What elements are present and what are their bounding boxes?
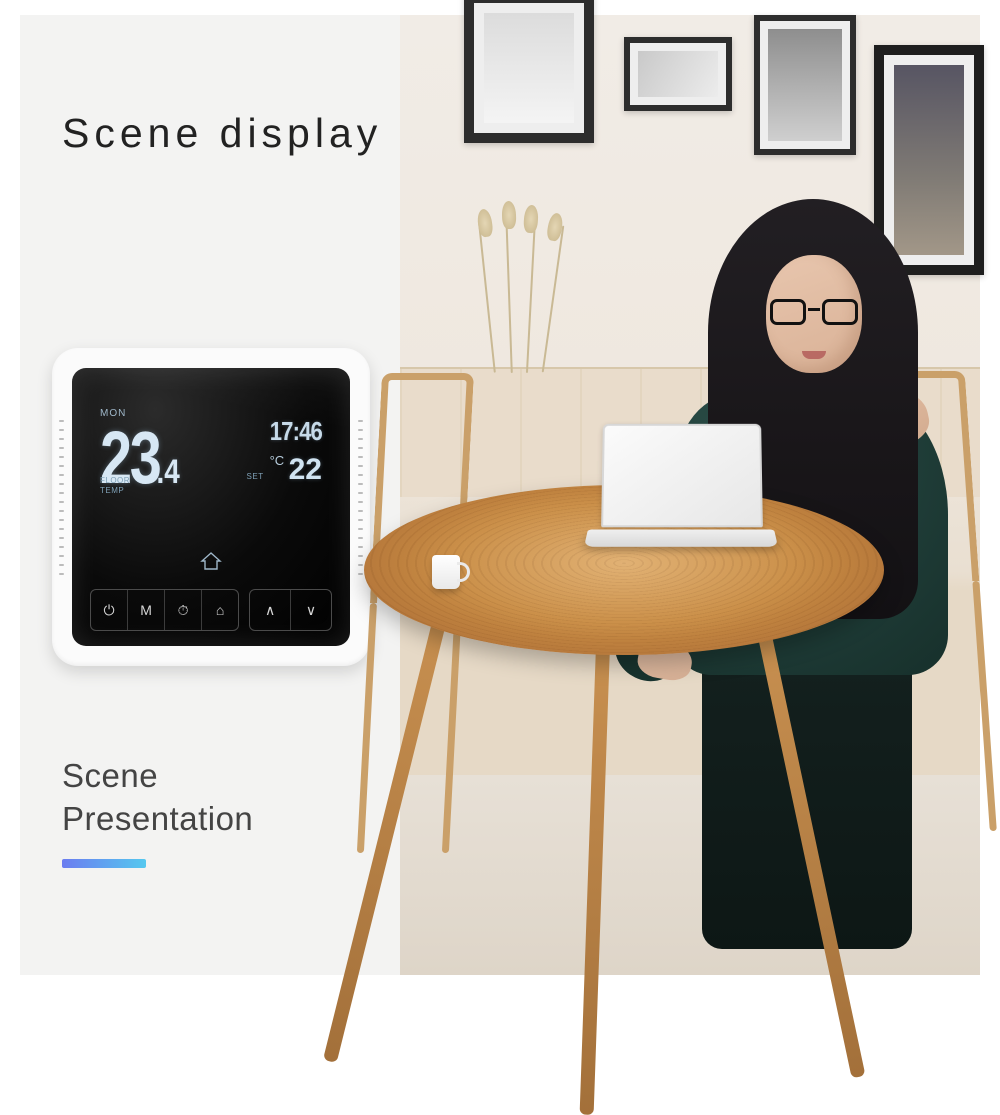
set-label: SET	[247, 472, 264, 481]
mug	[432, 555, 460, 589]
mode-button[interactable]: M	[127, 590, 164, 630]
wall-frame	[464, 0, 594, 143]
thermostat-buttons: ⏻ M ⏱ ⌂ ∧ ∨	[90, 589, 332, 631]
subtitle: Scene Presentation	[62, 755, 253, 841]
unit-label: °C	[270, 453, 285, 468]
subtitle-line-2: Presentation	[62, 798, 253, 841]
set-temp: SET °C 22	[226, 453, 322, 487]
thermostat-screen[interactable]: MON 23 .4 FLOOR TEMP 17:46 SET	[72, 368, 350, 646]
home-button[interactable]: ⌂	[201, 590, 238, 630]
temp-down-button[interactable]: ∨	[290, 590, 331, 630]
clock: 17:46	[240, 416, 322, 447]
vent-left	[59, 420, 64, 575]
power-button[interactable]: ⏻	[91, 590, 127, 630]
vent-right	[358, 420, 363, 575]
temp-decimal: .4	[157, 455, 180, 489]
floor-temp-label: FLOOR TEMP	[100, 476, 130, 495]
set-temp-value: 22	[289, 453, 322, 486]
page-title: Scene display	[62, 110, 382, 157]
timer-button[interactable]: ⏱	[164, 590, 201, 630]
home-icon	[200, 551, 222, 576]
info-panel: MON 23 .4 FLOOR TEMP 17:46 SET	[20, 15, 400, 975]
thermostat-device: MON 23 .4 FLOOR TEMP 17:46 SET	[52, 348, 370, 666]
lifestyle-photo	[400, 15, 980, 975]
subtitle-line-1: Scene	[62, 755, 253, 798]
temp-up-button[interactable]: ∧	[250, 590, 290, 630]
pampas-grass	[458, 213, 598, 373]
accent-bar	[62, 859, 146, 868]
laptop	[586, 423, 776, 561]
wall-frame	[754, 15, 856, 155]
wall-frame	[624, 37, 732, 111]
glasses-icon	[770, 299, 858, 327]
